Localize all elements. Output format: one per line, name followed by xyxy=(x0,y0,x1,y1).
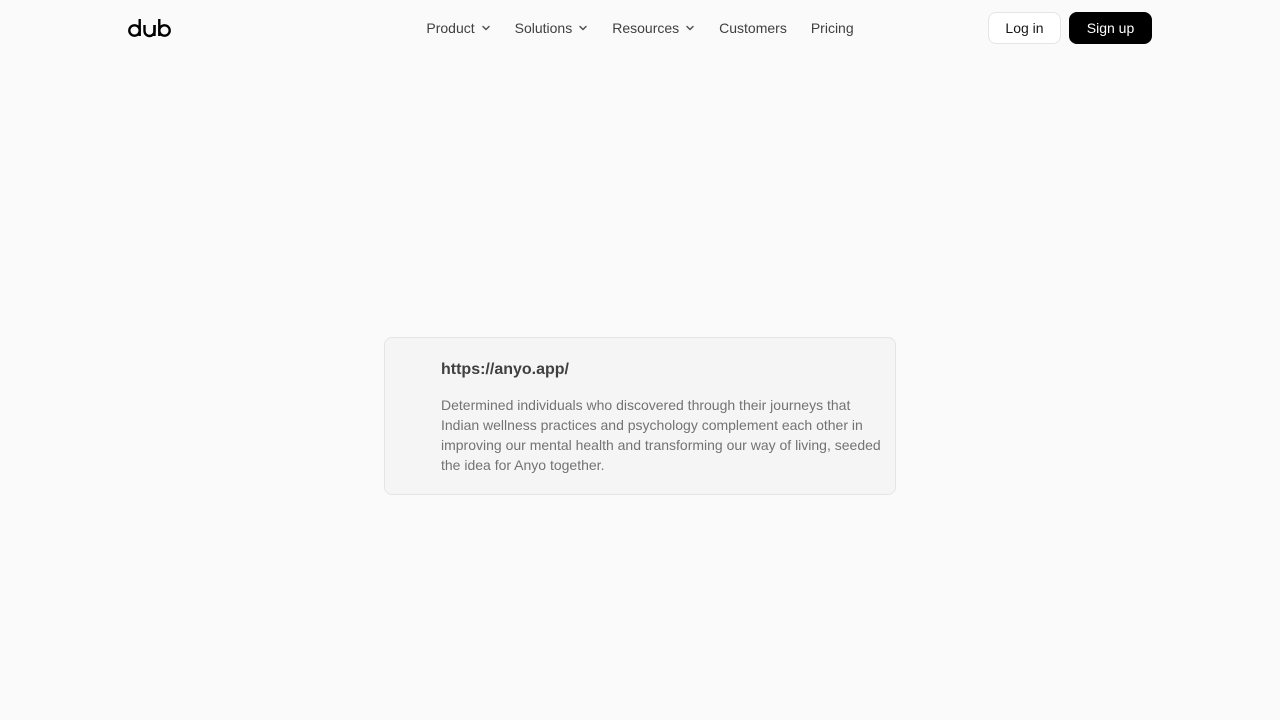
nav-resources[interactable]: Resources xyxy=(600,16,707,40)
nav-customers-label: Customers xyxy=(719,20,787,36)
nav-customers[interactable]: Customers xyxy=(707,16,799,40)
chevron-down-icon xyxy=(685,23,695,33)
nav-solutions-label: Solutions xyxy=(514,20,573,36)
site-header: Product Solutions Resources Customers Pr… xyxy=(0,0,1280,56)
header-actions: Log in Sign up xyxy=(988,12,1152,44)
nav-pricing[interactable]: Pricing xyxy=(799,16,866,40)
nav-product-label: Product xyxy=(426,20,475,36)
login-button[interactable]: Log in xyxy=(988,12,1061,44)
chevron-down-icon xyxy=(578,23,588,33)
nav-solutions[interactable]: Solutions xyxy=(503,16,601,40)
link-preview-card[interactable]: https://anyo.app/ Determined individuals… xyxy=(384,337,896,495)
nav-product[interactable]: Product xyxy=(414,16,502,40)
link-url[interactable]: https://anyo.app/ xyxy=(441,361,569,379)
chevron-down-icon xyxy=(481,23,491,33)
nav-resources-label: Resources xyxy=(612,20,680,36)
nav-pricing-label: Pricing xyxy=(810,20,854,36)
signup-button[interactable]: Sign up xyxy=(1069,12,1152,44)
link-description: Determined individuals who discovered th… xyxy=(441,397,881,473)
